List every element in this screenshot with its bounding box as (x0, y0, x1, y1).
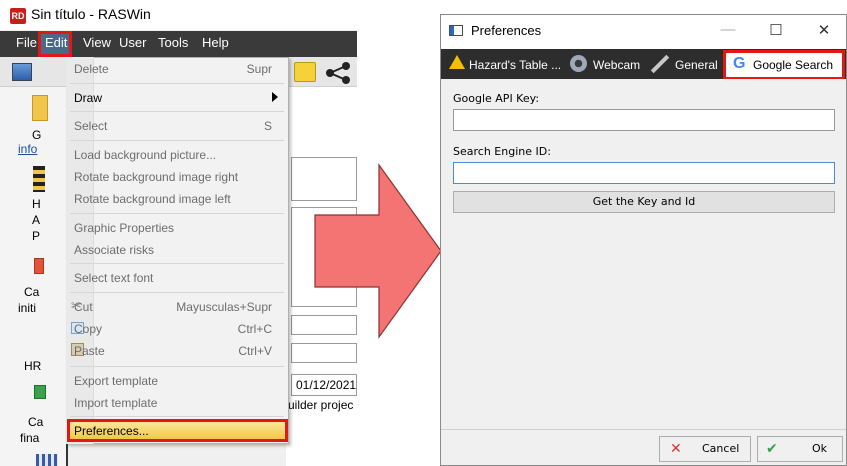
maximize-button[interactable]: ☐ (764, 21, 788, 39)
transition-arrow-icon (314, 163, 442, 339)
menu-separator (70, 292, 284, 293)
engine-id-label: Search Engine ID: (453, 145, 551, 158)
get-key-button[interactable]: Get the Key and Id (453, 191, 835, 213)
preferences-dialog: Preferences — ☐ ✕ Hazard's Table ... Web… (440, 14, 847, 466)
menu-item-cut[interactable]: Cut (74, 300, 93, 314)
window-title: Sin título - RASWin (31, 6, 151, 22)
menu-item-graphic-properties[interactable]: Graphic Properties (74, 221, 174, 235)
menu-separator (70, 263, 284, 264)
engine-id-input[interactable] (453, 162, 835, 184)
menu-item-draw[interactable]: Draw (74, 91, 102, 105)
menu-item-copy[interactable]: Copy (74, 322, 102, 336)
menu-item-paste[interactable]: Paste (74, 344, 105, 358)
webcam-icon (570, 55, 587, 72)
menu-separator (70, 416, 284, 417)
sidebar-label: A (32, 213, 41, 227)
tab-webcam[interactable]: Webcam (593, 52, 640, 79)
sidebar-label: Ca (28, 415, 44, 429)
tab-google-search[interactable]: Google Search (753, 52, 833, 79)
shortcut-cut: Mayusculas+Supr (176, 300, 272, 314)
api-key-label: Google API Key: (453, 92, 540, 105)
sticky-note-icon[interactable] (294, 62, 316, 82)
raswin-logo-icon: RD (10, 8, 26, 24)
api-key-input[interactable] (453, 109, 835, 131)
sidebar-label: fina (20, 431, 40, 445)
cancel-button[interactable]: ✕ Cancel (659, 436, 751, 462)
share-nodes-icon[interactable] (322, 62, 352, 84)
form-input[interactable] (291, 343, 357, 363)
menu-user[interactable]: User (119, 35, 146, 50)
menu-tools[interactable]: Tools (158, 35, 188, 50)
ok-label: Ok (812, 442, 828, 455)
calculator-icon[interactable] (34, 258, 44, 274)
menu-file[interactable]: File (16, 35, 37, 50)
menu-item-load-background[interactable]: Load background picture... (74, 148, 216, 162)
menu-separator (70, 366, 284, 367)
tab-general[interactable]: General (675, 52, 718, 79)
dialog-body (441, 79, 846, 429)
toolbar-image-icon[interactable] (12, 63, 32, 81)
sidebar-label: H (32, 197, 41, 211)
sidebar-label: HR (24, 359, 42, 373)
menu-separator (70, 83, 284, 84)
minimize-button[interactable]: — (716, 21, 740, 38)
hazard-sign-icon[interactable] (33, 166, 45, 192)
menu-item-rotate-right[interactable]: Rotate background image right (74, 170, 238, 184)
google-icon: G (733, 55, 746, 72)
menu-item-import-template[interactable]: Import template (74, 396, 157, 410)
shortcut-copy: Ctrl+C (237, 322, 272, 336)
submenu-arrow-icon (272, 92, 278, 102)
ok-button[interactable]: ✔ Ok (757, 436, 843, 462)
shortcut-delete: Supr (246, 62, 272, 76)
sidebar-label: Ca (24, 285, 40, 299)
sidebar-label: P (32, 229, 41, 243)
sidebar-label: initi (18, 301, 37, 315)
cancel-x-icon: ✕ (670, 441, 682, 457)
menu-item-select[interactable]: Select (74, 119, 107, 133)
menu-separator (70, 140, 284, 141)
menu-edit[interactable]: Edit (45, 35, 67, 50)
menu-separator (70, 111, 284, 112)
dialog-window-icon (449, 25, 463, 36)
sidebar-label: G (32, 128, 42, 142)
tab-hazards-table[interactable]: Hazard's Table ... (469, 52, 561, 79)
cancel-label: Cancel (702, 442, 740, 455)
menu-help[interactable]: Help (202, 35, 229, 50)
table-grid-icon[interactable] (36, 454, 58, 466)
dialog-title: Preferences (471, 23, 542, 38)
shortcut-select: S (263, 119, 272, 133)
menu-item-rotate-left[interactable]: Rotate background image left (74, 192, 231, 206)
raswin-window: RD Sin título - RASWin File Edit View Us… (0, 0, 357, 466)
project-label: uilder projec (288, 398, 354, 412)
sidebar-folder-icon[interactable] (32, 95, 48, 121)
close-button[interactable]: ✕ (812, 21, 836, 39)
menu-item-preferences[interactable]: Preferences... (74, 424, 149, 438)
ok-check-icon: ✔ (766, 441, 778, 457)
warning-icon (449, 55, 465, 69)
menu-item-export-template[interactable]: Export template (74, 374, 158, 388)
menu-item-associate-risks[interactable]: Associate risks (74, 243, 154, 257)
checklist-icon[interactable] (34, 385, 46, 399)
menu-item-select-text-font[interactable]: Select text font (74, 271, 153, 285)
menu-view[interactable]: View (83, 35, 111, 50)
shortcut-paste: Ctrl+V (238, 344, 272, 358)
menu-separator (70, 213, 284, 214)
sidebar-label-link[interactable]: info (18, 142, 37, 156)
menu-item-delete[interactable]: Delete (74, 62, 109, 76)
date-value: 01/12/2021 (296, 378, 357, 392)
